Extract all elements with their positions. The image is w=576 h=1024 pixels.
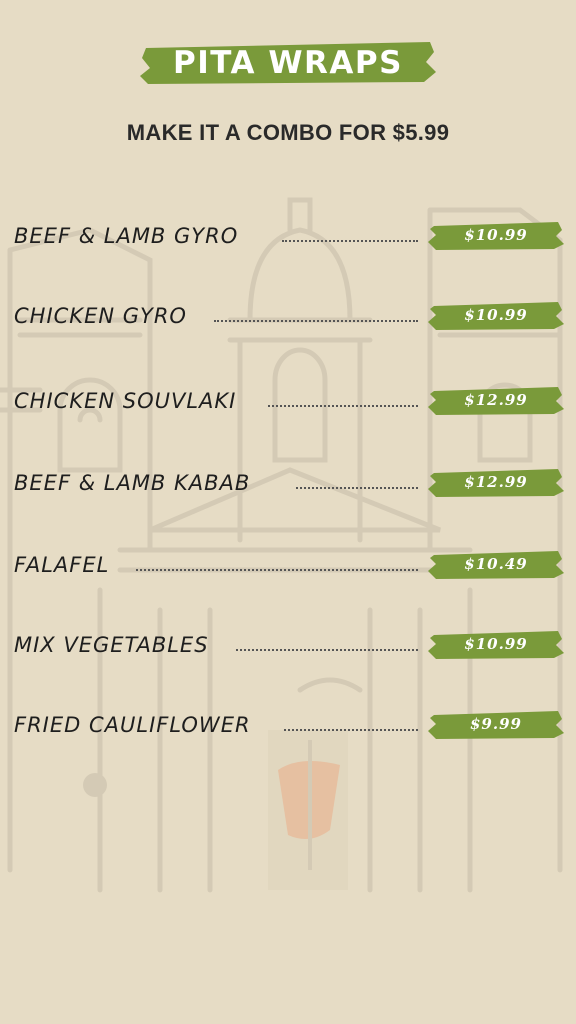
- dot-leader: [282, 240, 418, 242]
- menu-item-price: $9.99: [470, 715, 522, 733]
- menu-item-name: FALAFEL: [14, 553, 110, 577]
- dot-leader: [268, 405, 418, 407]
- menu-item: FALAFEL $10.49: [14, 549, 566, 583]
- price-tag: $9.99: [428, 709, 564, 739]
- menu-item-price: $10.99: [464, 635, 528, 653]
- price-tag: $10.99: [428, 300, 564, 330]
- dot-leader: [214, 320, 418, 322]
- menu-item-name: BEEF & LAMB GYRO: [14, 224, 239, 248]
- price-tag: $12.99: [428, 385, 564, 415]
- dot-leader: [236, 649, 418, 651]
- price-tag: $10.99: [428, 629, 564, 659]
- menu-item-name: MIX VEGETABLES: [14, 633, 209, 657]
- menu-item: MIX VEGETABLES $10.99: [14, 629, 566, 663]
- dot-leader: [136, 569, 418, 571]
- menu-item-name: CHICKEN GYRO: [14, 304, 187, 328]
- menu-item: CHICKEN SOUVLAKI $12.99: [14, 385, 566, 419]
- menu-item-name: CHICKEN SOUVLAKI: [14, 389, 237, 413]
- dot-leader: [284, 729, 418, 731]
- menu-item: CHICKEN GYRO $10.99: [14, 300, 566, 334]
- menu-item-name: BEEF & LAMB KABAB: [14, 471, 251, 495]
- menu-item-name: FRIED CAULIFLOWER: [14, 713, 251, 737]
- menu-item-price: $10.49: [464, 555, 528, 573]
- menu-item-price: $10.99: [464, 306, 528, 324]
- price-tag: $10.49: [428, 549, 564, 579]
- price-tag: $12.99: [428, 467, 564, 497]
- menu-item-price: $12.99: [464, 391, 528, 409]
- menu-item: BEEF & LAMB KABAB $12.99: [14, 467, 566, 501]
- menu-list: BEEF & LAMB GYRO $10.99 CHICKEN GYRO $10…: [0, 0, 576, 1024]
- menu-item-price: $12.99: [464, 473, 528, 491]
- price-tag: $10.99: [428, 220, 564, 250]
- menu-item-price: $10.99: [464, 226, 528, 244]
- menu-item: BEEF & LAMB GYRO $10.99: [14, 220, 566, 254]
- dot-leader: [296, 487, 418, 489]
- menu-item: FRIED CAULIFLOWER $9.99: [14, 709, 566, 743]
